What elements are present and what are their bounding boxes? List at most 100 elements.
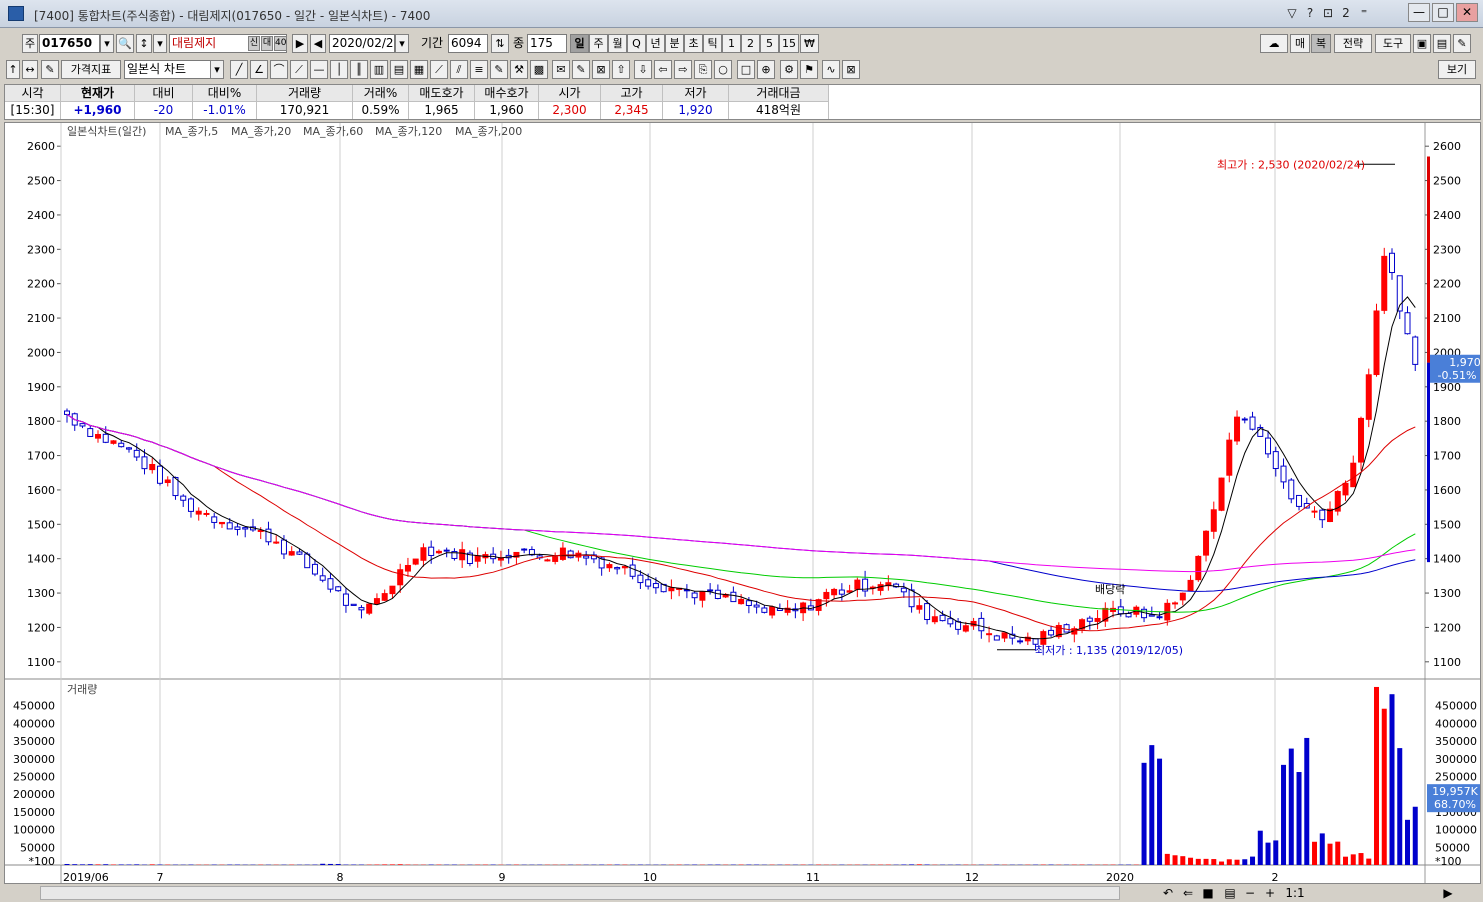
stock-code-input[interactable]: 017650 bbox=[39, 34, 100, 53]
draw-tool-icon[interactable]: ⟋ bbox=[430, 60, 448, 79]
candle-body bbox=[1226, 439, 1233, 476]
period-tab-week[interactable]: 주 bbox=[589, 34, 608, 53]
x-tick-label: 8 bbox=[337, 871, 344, 884]
strategy-button[interactable]: 전략 bbox=[1334, 34, 1372, 53]
draw-tool-icon[interactable]: ╱ bbox=[230, 60, 248, 79]
chart-svg[interactable]: 2600 26002500 25002400 24002300 23002200 2200… bbox=[5, 123, 1481, 884]
draw-tool-icon[interactable]: ⚙ bbox=[780, 60, 798, 79]
undo-icon[interactable]: ↶ bbox=[1160, 885, 1176, 901]
draw-tool-icon[interactable]: ▥ bbox=[370, 60, 388, 79]
draw-tool-icon[interactable]: ✎ bbox=[572, 60, 590, 79]
grid-icon[interactable]: ▤ bbox=[1222, 885, 1238, 901]
draw-tool-icon[interactable]: ▤ bbox=[390, 60, 408, 79]
period-tab-month[interactable]: 월 bbox=[608, 34, 627, 53]
legend-item: MA_종가,200 bbox=[455, 125, 522, 138]
zoom-ratio: 1:1 bbox=[1285, 886, 1305, 900]
period-tab-year[interactable]: 년 bbox=[646, 34, 665, 53]
zoom-in-icon[interactable]: + bbox=[1262, 885, 1278, 901]
draw-tool-icon[interactable]: ⊠ bbox=[842, 60, 860, 79]
draw-tool-icon[interactable]: ⚑ bbox=[800, 60, 818, 79]
volume-bar bbox=[1296, 772, 1302, 865]
draw-tool-icon[interactable]: │ bbox=[330, 60, 348, 79]
code-type-button[interactable]: 주 bbox=[22, 34, 38, 53]
candle-body bbox=[1234, 416, 1241, 442]
volume-bar bbox=[1405, 819, 1411, 865]
period-input[interactable]: 6094 bbox=[448, 34, 488, 53]
draw-tool-icon[interactable]: ⊠ bbox=[592, 60, 610, 79]
draw-tool-icon[interactable]: ⎘ bbox=[694, 60, 712, 79]
save-icon[interactable]: ▤ bbox=[1433, 34, 1451, 53]
stop-icon[interactable]: ■ bbox=[1200, 885, 1216, 901]
dropdown-icon[interactable]: ▽ bbox=[1284, 3, 1300, 23]
period-tab-quarter[interactable]: Q bbox=[627, 34, 646, 53]
chart-area[interactable]: 2600 2600 2500 2500 2400 2400 2300 2300 2200 2200… bbox=[4, 122, 1481, 884]
spin-icon[interactable]: ⇅ bbox=[491, 34, 509, 53]
draw-tool-icon[interactable]: ⇦ bbox=[654, 60, 672, 79]
edit-icon[interactable]: ✎ bbox=[41, 60, 59, 79]
draw-tool-icon[interactable]: ⚒ bbox=[510, 60, 528, 79]
period-15[interactable]: 15 bbox=[779, 34, 799, 53]
draw-tool-icon[interactable]: ⫽ bbox=[450, 60, 468, 79]
search-icon[interactable]: 🔍 bbox=[116, 34, 134, 53]
draw-tool-icon[interactable]: ✎ bbox=[490, 60, 508, 79]
code-dropdown-icon[interactable]: ▾ bbox=[100, 34, 114, 53]
draw-tool-icon[interactable]: ║ bbox=[350, 60, 368, 79]
period-2[interactable]: 2 bbox=[741, 34, 760, 53]
volume-tick-label: 150000 bbox=[13, 806, 55, 819]
period-1[interactable]: 1 bbox=[722, 34, 741, 53]
period-tab-second[interactable]: 초 bbox=[684, 34, 703, 53]
screen-icon[interactable]: ⊡ bbox=[1320, 3, 1336, 23]
multi-button[interactable]: 복 bbox=[1311, 34, 1331, 53]
sync-icon[interactable]: 2 bbox=[1338, 3, 1354, 23]
link-icon[interactable]: ⁼ bbox=[1356, 3, 1372, 23]
sort-icon[interactable]: ↕ bbox=[136, 34, 152, 53]
draw-tool-icon[interactable]: ∠ bbox=[250, 60, 268, 79]
draw-tool-icon[interactable]: ▩ bbox=[530, 60, 548, 79]
period-tab-day[interactable]: 일 bbox=[570, 34, 589, 53]
view-button[interactable]: 보기 bbox=[1438, 60, 1476, 79]
maximize-button[interactable]: □ bbox=[1432, 3, 1454, 22]
date-dropdown-icon[interactable]: ▾ bbox=[395, 34, 409, 53]
tools-button[interactable]: 도구 bbox=[1375, 34, 1411, 53]
draw-tool-icon[interactable]: ⊕ bbox=[757, 60, 775, 79]
x-tick-label: 12 bbox=[965, 871, 979, 884]
draw-tool-icon[interactable]: □ bbox=[737, 60, 755, 79]
date-input[interactable]: 2020/02/25 bbox=[329, 34, 395, 53]
draw-tool-icon[interactable]: ▦ bbox=[410, 60, 428, 79]
indicator-select[interactable]: 가격지표 bbox=[61, 60, 121, 79]
period-5[interactable]: 5 bbox=[760, 34, 779, 53]
cloud-icon[interactable]: ☁ bbox=[1260, 34, 1288, 53]
draw-tool-icon[interactable]: — bbox=[310, 60, 328, 79]
expand-icon[interactable]: ↔ bbox=[22, 60, 38, 79]
help-icon[interactable]: ? bbox=[1302, 3, 1318, 23]
draw-tool-icon[interactable]: ⇩ bbox=[634, 60, 652, 79]
minimize-button[interactable]: — bbox=[1408, 3, 1430, 22]
buy-button[interactable]: 매 bbox=[1290, 34, 1310, 53]
draw-tool-icon[interactable]: ⇧ bbox=[612, 60, 630, 79]
draw-tool-icon[interactable]: ≡ bbox=[470, 60, 488, 79]
chart-type-select[interactable]: 일본식 차트 bbox=[124, 60, 212, 79]
up-arrow-icon[interactable]: ↑ bbox=[6, 60, 20, 79]
open-icon[interactable]: ▣ bbox=[1413, 34, 1431, 53]
period-tab-tick[interactable]: 틱 bbox=[703, 34, 722, 53]
draw-tool-icon[interactable]: ⌒ bbox=[270, 60, 288, 79]
close-button[interactable]: ✕ bbox=[1456, 3, 1478, 22]
draw-tool-icon[interactable]: ✉ bbox=[552, 60, 570, 79]
draw-tool-icon[interactable]: ∿ bbox=[822, 60, 840, 79]
draw-tool-icon[interactable]: ⇨ bbox=[674, 60, 692, 79]
currency-icon[interactable]: ₩ bbox=[800, 34, 819, 53]
scroll-right-icon[interactable]: ▶ bbox=[1440, 885, 1456, 901]
scrollbar[interactable] bbox=[40, 886, 1120, 900]
prev-arrow-icon[interactable]: ◀ bbox=[310, 34, 326, 53]
sort-dropdown-icon[interactable]: ▾ bbox=[153, 34, 167, 53]
next-arrow-icon[interactable]: ▶ bbox=[292, 34, 308, 53]
count-input[interactable]: 175 bbox=[527, 34, 567, 53]
chart-type-dropdown-icon[interactable]: ▾ bbox=[210, 60, 224, 79]
back-icon[interactable]: ⇐ bbox=[1180, 885, 1196, 901]
zoom-out-icon[interactable]: − bbox=[1242, 885, 1258, 901]
draw-tool-icon[interactable]: ○ bbox=[714, 60, 732, 79]
draw-tool-icon[interactable]: ⟋ bbox=[290, 60, 308, 79]
period-tab-minute[interactable]: 분 bbox=[665, 34, 684, 53]
candle-body bbox=[645, 579, 652, 587]
settings-icon[interactable]: ✎ bbox=[1453, 34, 1471, 53]
